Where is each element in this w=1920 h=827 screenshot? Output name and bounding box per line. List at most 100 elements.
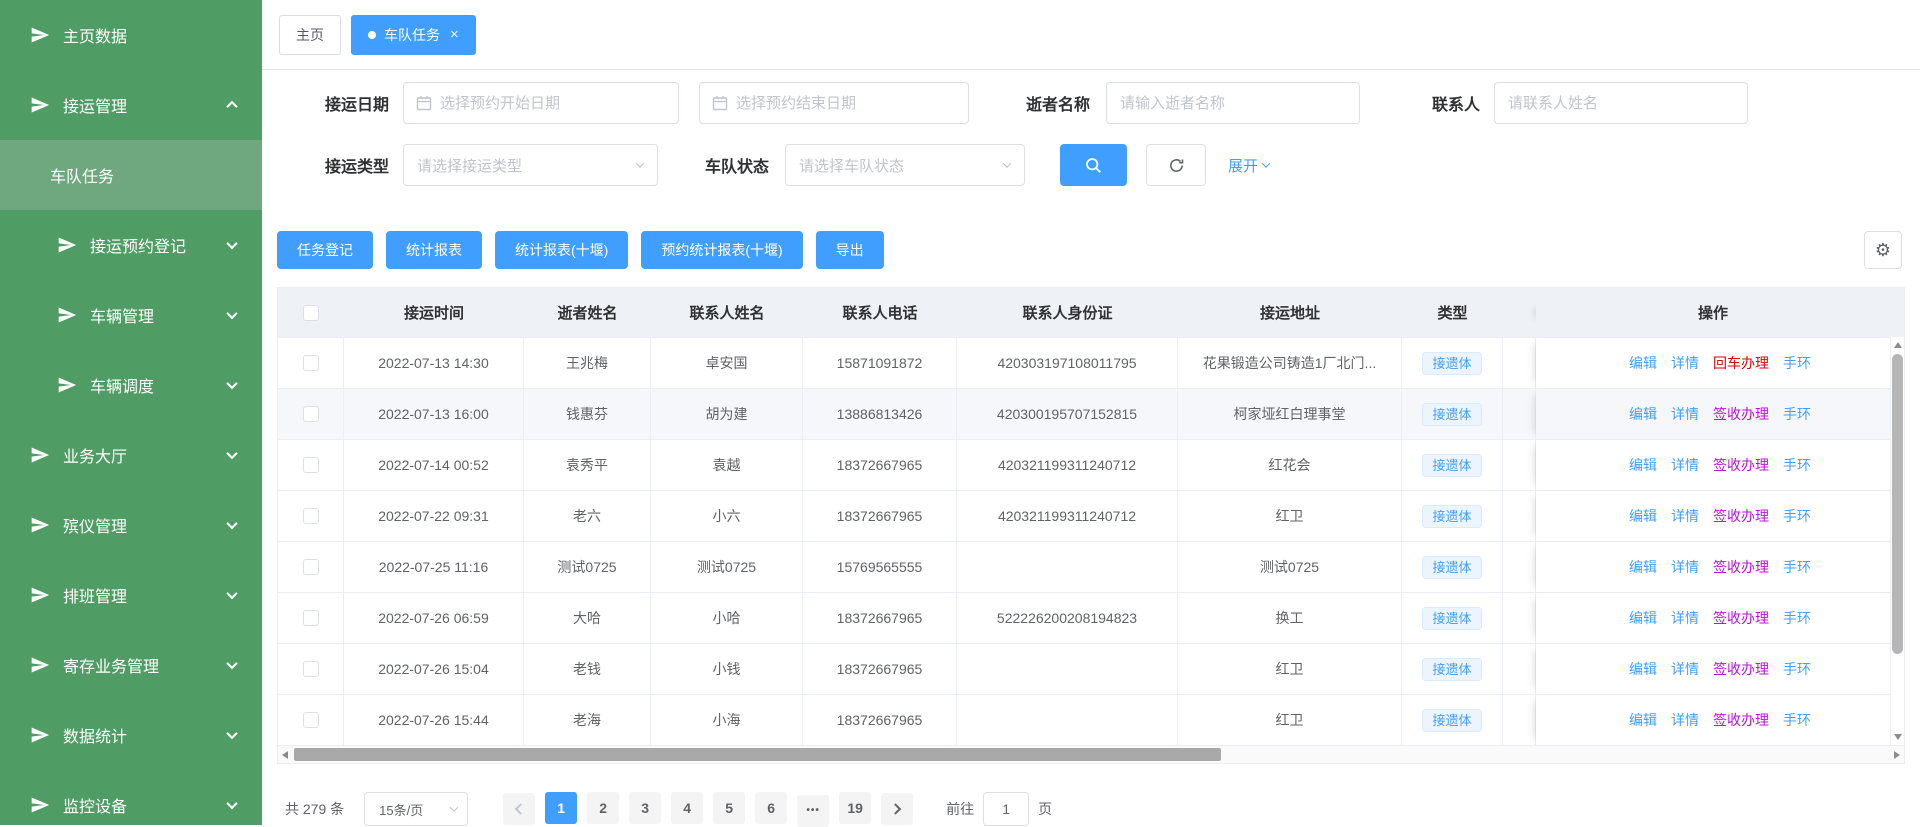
deceased-field[interactable] — [1107, 95, 1359, 112]
action-link[interactable]: 签收办理 — [1713, 506, 1769, 526]
type-select[interactable]: 请选择接运类型 — [403, 144, 658, 186]
search-button[interactable] — [1060, 144, 1127, 186]
sidebar-item[interactable]: 车辆调度 — [0, 350, 262, 420]
cell-time: 2022-07-13 16:00 — [344, 389, 524, 439]
action-link[interactable]: 详情 — [1671, 404, 1699, 424]
action-link[interactable]: 手环 — [1783, 404, 1811, 424]
pager-prev-button[interactable] — [503, 793, 535, 825]
contact-field[interactable] — [1495, 95, 1747, 112]
refresh-button[interactable] — [1146, 144, 1206, 186]
row-checkbox[interactable] — [303, 559, 319, 575]
goto-page-input[interactable] — [983, 792, 1029, 826]
row-checkbox-cell — [278, 695, 344, 745]
action-link[interactable]: 手环 — [1783, 455, 1811, 475]
action-link[interactable]: 签收办理 — [1713, 659, 1769, 679]
scroll-up-arrow-icon[interactable] — [1894, 342, 1902, 348]
vertical-scroll-thumb[interactable] — [1892, 354, 1903, 654]
date-start-input[interactable] — [403, 82, 679, 124]
action-link[interactable]: 详情 — [1671, 455, 1699, 475]
pager-page[interactable]: 1 — [545, 792, 577, 824]
row-checkbox[interactable] — [303, 661, 319, 677]
tab-home[interactable]: 主页 — [279, 15, 341, 55]
action-link[interactable]: 签收办理 — [1713, 404, 1769, 424]
select-all-checkbox[interactable] — [303, 305, 319, 321]
date-start-field[interactable] — [440, 95, 678, 112]
sidebar-item[interactable]: 排班管理 — [0, 560, 262, 630]
toolbar-button[interactable]: 统计报表 — [386, 231, 482, 269]
sidebar-item[interactable]: 车辆管理 — [0, 280, 262, 350]
pager-ellipsis[interactable]: ••• — [797, 795, 829, 827]
action-link[interactable]: 详情 — [1671, 353, 1699, 373]
deceased-input[interactable] — [1106, 82, 1360, 124]
action-link[interactable]: 编辑 — [1629, 659, 1657, 679]
action-link[interactable]: 回车办理 — [1713, 353, 1769, 373]
pager-page[interactable]: 19 — [839, 792, 871, 824]
scroll-right-arrow-icon[interactable] — [1894, 751, 1900, 759]
action-link[interactable]: 编辑 — [1629, 557, 1657, 577]
pager-page[interactable]: 4 — [671, 792, 703, 824]
action-link[interactable]: 编辑 — [1629, 455, 1657, 475]
date-end-field[interactable] — [736, 95, 968, 112]
action-link[interactable]: 手环 — [1783, 659, 1811, 679]
cell-deceased: 老钱 — [524, 644, 651, 694]
row-checkbox[interactable] — [303, 457, 319, 473]
sidebar-item[interactable]: 监控设备 — [0, 770, 262, 825]
action-link[interactable]: 编辑 — [1629, 710, 1657, 730]
action-link[interactable]: 编辑 — [1629, 404, 1657, 424]
row-checkbox[interactable] — [303, 355, 319, 371]
pager-page[interactable]: 6 — [755, 792, 787, 824]
sidebar-item[interactable]: 接运预约登记 — [0, 210, 262, 280]
action-link[interactable]: 手环 — [1783, 506, 1811, 526]
row-checkbox[interactable] — [303, 406, 319, 422]
row-checkbox[interactable] — [303, 508, 319, 524]
pager-page[interactable]: 3 — [629, 792, 661, 824]
page-size-select[interactable]: 15条/页 — [364, 792, 468, 826]
vertical-scrollbar[interactable] — [1890, 337, 1904, 745]
action-link[interactable]: 编辑 — [1629, 506, 1657, 526]
horizontal-scrollbar[interactable] — [278, 745, 1904, 763]
toolbar-button[interactable]: 导出 — [816, 231, 884, 269]
action-link[interactable]: 详情 — [1671, 608, 1699, 628]
pager-page[interactable]: 5 — [713, 792, 745, 824]
action-link[interactable]: 手环 — [1783, 608, 1811, 628]
sidebar-item[interactable]: 寄存业务管理 — [0, 630, 262, 700]
contact-input[interactable] — [1494, 82, 1748, 124]
action-link[interactable]: 详情 — [1671, 506, 1699, 526]
toolbar-button[interactable]: 任务登记 — [277, 231, 373, 269]
pager-next-button[interactable] — [881, 793, 913, 825]
horizontal-scroll-thumb[interactable] — [294, 748, 1221, 761]
toolbar-button[interactable]: 预约统计报表(十堰) — [641, 231, 802, 269]
sidebar-item[interactable]: 主页数据 — [0, 0, 262, 70]
scroll-left-arrow-icon[interactable] — [282, 751, 288, 759]
action-link[interactable]: 详情 — [1671, 710, 1699, 730]
action-link[interactable]: 编辑 — [1629, 608, 1657, 628]
sidebar-item[interactable]: 车队任务 — [0, 140, 262, 210]
action-link[interactable]: 签收办理 — [1713, 557, 1769, 577]
sidebar-item[interactable]: 接运管理 — [0, 70, 262, 140]
action-link[interactable]: 详情 — [1671, 557, 1699, 577]
action-link[interactable]: 手环 — [1783, 557, 1811, 577]
action-link[interactable]: 签收办理 — [1713, 608, 1769, 628]
action-link[interactable]: 签收办理 — [1713, 710, 1769, 730]
close-icon[interactable]: × — [450, 26, 459, 43]
sidebar-item[interactable]: 殡仪管理 — [0, 490, 262, 560]
row-checkbox[interactable] — [303, 610, 319, 626]
action-link[interactable]: 手环 — [1783, 353, 1811, 373]
toolbar-buttons: 任务登记统计报表统计报表(十堰) 预约统计报表(十堰) 导出 — [277, 231, 884, 269]
chevron-left-icon — [515, 804, 526, 815]
status-select[interactable]: 请选择车队状态 — [785, 144, 1025, 186]
scroll-down-arrow-icon[interactable] — [1894, 734, 1902, 740]
expand-link[interactable]: 展开 — [1228, 155, 1269, 176]
pager-page[interactable]: 2 — [587, 792, 619, 824]
tab-fleet-tasks[interactable]: 车队任务 × — [351, 15, 476, 55]
column-settings-button[interactable]: ⚙ — [1864, 231, 1902, 269]
action-link[interactable]: 编辑 — [1629, 353, 1657, 373]
toolbar-button[interactable]: 统计报表(十堰) — [495, 231, 628, 269]
row-checkbox[interactable] — [303, 712, 319, 728]
action-link[interactable]: 手环 — [1783, 710, 1811, 730]
date-end-input[interactable] — [699, 82, 969, 124]
sidebar-item[interactable]: 业务大厅 — [0, 420, 262, 490]
action-link[interactable]: 签收办理 — [1713, 455, 1769, 475]
action-link[interactable]: 详情 — [1671, 659, 1699, 679]
sidebar-item[interactable]: 数据统计 — [0, 700, 262, 770]
